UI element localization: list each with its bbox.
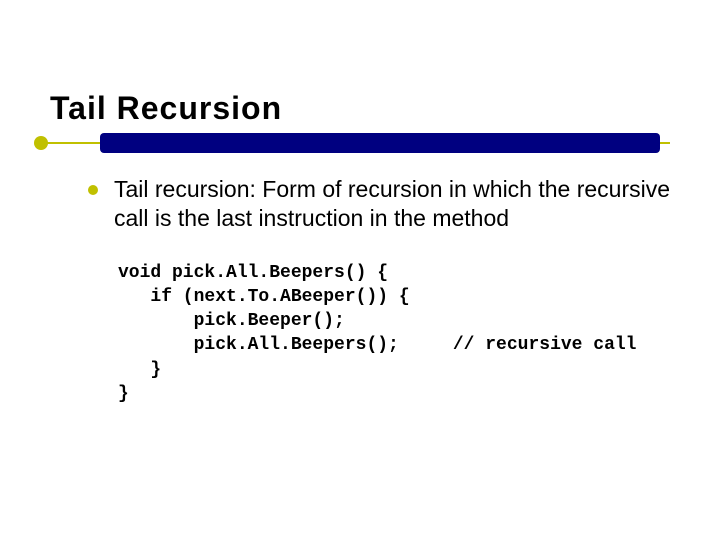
- bullet-item: Tail recursion: Form of recursion in whi…: [90, 175, 680, 233]
- code-block: void pick.All.Beepers() { if (next.To.AB…: [118, 261, 680, 407]
- title-underline: [50, 133, 670, 153]
- title-area: Tail Recursion: [50, 90, 670, 153]
- underline-pill: [100, 133, 660, 153]
- bullet-icon: [88, 185, 98, 195]
- slide: Tail Recursion Tail recursion: Form of r…: [0, 0, 720, 540]
- slide-title: Tail Recursion: [50, 90, 670, 127]
- slide-body: Tail recursion: Form of recursion in whi…: [90, 175, 680, 406]
- underline-dot-icon: [34, 136, 48, 150]
- bullet-text: Tail recursion: Form of recursion in whi…: [114, 175, 680, 233]
